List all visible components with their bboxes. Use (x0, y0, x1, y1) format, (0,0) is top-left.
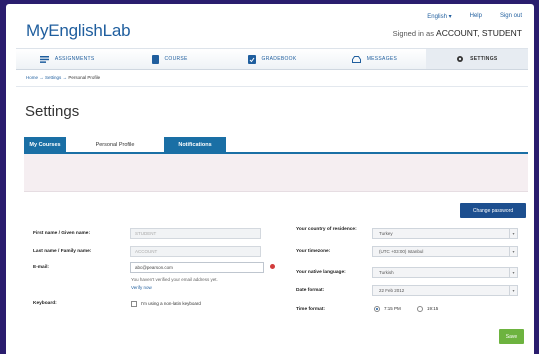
tab-notifications[interactable]: Notifications (164, 137, 226, 153)
date-format-label: Date format: (296, 288, 325, 293)
time-format-12h-radio[interactable] (374, 306, 380, 312)
breadcrumb: Home → Settings → Personal Profile (26, 75, 100, 80)
nav-messages[interactable]: MESSAGES (323, 49, 425, 69)
email-label: E-mail: (33, 265, 49, 270)
native-language-label: Your native language: (296, 270, 346, 275)
breadcrumb-home[interactable]: Home (26, 75, 38, 80)
nav-gradebook[interactable]: GRADEBOOK (221, 49, 323, 69)
language-menu[interactable]: English ▾ (427, 13, 451, 20)
date-format-select[interactable]: 22 Feb 2012 ▾ (372, 285, 518, 296)
tab-my-courses[interactable]: My Courses (24, 137, 66, 153)
tab-personal-profile[interactable]: Personal Profile (68, 137, 162, 153)
timezone-value: (UTC +03:00) Istanbul (379, 249, 424, 254)
course-icon (151, 54, 159, 64)
keyboard-label: Keyboard: (33, 301, 57, 306)
chevron-down-icon: ▾ (509, 247, 517, 256)
timezone-select[interactable]: (UTC +03:00) Istanbul ▾ (372, 246, 518, 257)
country-label: Your country of residence: (296, 227, 357, 232)
change-password-button[interactable]: Change password (460, 203, 526, 218)
breadcrumb-current: Personal Profile (68, 75, 101, 80)
email-unverified-note: You haven't verified your email address … (131, 277, 218, 282)
nav-gradebook-label: GRADEBOOK (261, 56, 297, 62)
breadcrumb-separator: → (39, 75, 44, 80)
non-latin-keyboard-checkbox[interactable] (131, 301, 137, 307)
verify-now-link[interactable]: Verify now (131, 285, 152, 290)
top-links: English ▾ Help Sign out (427, 13, 522, 20)
nav-messages-label: MESSAGES (366, 56, 398, 62)
country-value: Turkey (379, 231, 393, 236)
time-format-24h-label: 19:15 (427, 306, 439, 311)
signed-in-prefix: Signed in as (392, 29, 434, 38)
main-nav: ASSIGNMENTS COURSE GRADEBOOK MESSAGES SE… (16, 48, 529, 70)
help-link[interactable]: Help (470, 13, 482, 20)
save-button[interactable]: Save (499, 329, 524, 344)
nav-course-label: COURSE (164, 56, 188, 62)
email-field[interactable]: abc@pearson.com (130, 262, 264, 273)
chevron-down-icon: ▾ (448, 14, 452, 20)
native-language-select[interactable]: Turkish ▾ (372, 267, 518, 278)
app-logo[interactable]: MyEnglishLab (26, 21, 131, 41)
divider (16, 86, 528, 87)
assignments-icon (39, 55, 49, 63)
first-name-field[interactable]: STUDENT (130, 228, 261, 239)
language-label: English (427, 14, 447, 20)
chevron-down-icon: ▾ (509, 268, 517, 277)
timezone-label: Your timezone: (296, 249, 331, 254)
nav-settings-label: SETTINGS (470, 56, 498, 62)
last-name-label: Last name / Family name: (33, 249, 92, 254)
native-language-value: Turkish (379, 270, 394, 275)
chevron-down-icon: ▾ (509, 286, 517, 295)
messages-icon (351, 55, 361, 63)
gear-icon (457, 56, 464, 62)
nav-assignments[interactable]: ASSIGNMENTS (16, 49, 118, 69)
signout-link[interactable]: Sign out (500, 13, 522, 20)
page: MyEnglishLab English ▾ Help Sign out Sig… (6, 4, 534, 354)
page-title: Settings (25, 103, 80, 120)
signed-in-name: ACCOUNT, STUDENT (436, 28, 522, 38)
nav-settings[interactable]: SETTINGS (425, 49, 529, 69)
signed-in-status: Signed in as ACCOUNT, STUDENT (393, 28, 522, 38)
gradebook-icon (247, 54, 256, 64)
last-name-field[interactable]: ACCOUNT (130, 246, 261, 257)
breadcrumb-separator: → (62, 75, 68, 80)
required-indicator (270, 264, 275, 269)
time-format-label: Time format: (296, 307, 325, 312)
time-format-12h-label: 7:15 PM (384, 306, 401, 311)
date-format-value: 22 Feb 2012 (379, 288, 405, 293)
nav-assignments-label: ASSIGNMENTS (54, 56, 95, 62)
tab-content-band (24, 154, 528, 192)
chevron-down-icon: ▾ (509, 229, 517, 238)
time-format-24h-radio[interactable] (417, 306, 423, 312)
first-name-label: First name / Given name: (33, 231, 91, 236)
country-select[interactable]: Turkey ▾ (372, 228, 518, 239)
nav-course[interactable]: COURSE (118, 49, 220, 69)
non-latin-keyboard-label: I'm using a non-latin keyboard (141, 301, 201, 306)
breadcrumb-settings[interactable]: Settings (45, 75, 61, 80)
